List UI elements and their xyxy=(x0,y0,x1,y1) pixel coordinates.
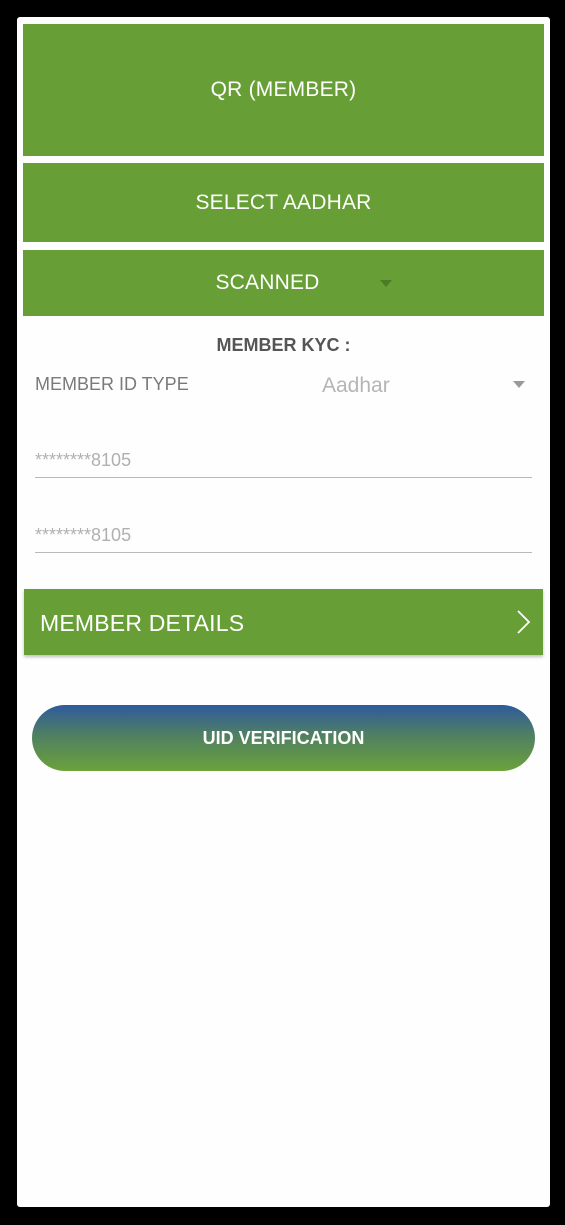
select-aadhar-button[interactable]: SELECT AADHAR xyxy=(23,163,544,242)
member-id-number-field[interactable]: ********8105 xyxy=(35,442,532,478)
dropdown-arrow-icon xyxy=(380,280,392,287)
member-id-type-label: MEMBER ID TYPE xyxy=(35,374,189,394)
member-kyc-heading: MEMBER KYC : xyxy=(216,335,351,355)
member-details-label: MEMBER DETAILS xyxy=(40,610,245,636)
scanned-dropdown[interactable]: SCANNED xyxy=(23,250,544,316)
member-id-type-row: MEMBER ID TYPE Aadhar xyxy=(35,365,532,405)
uid-verification-label: UID VERIFICATION xyxy=(202,727,365,748)
member-id-type-value: Aadhar xyxy=(322,374,390,397)
chevron-right-icon xyxy=(517,610,531,634)
app-screen: QR (MEMBER) SELECT AADHAR SCANNED MEMBER… xyxy=(17,17,550,1207)
uid-verification-button[interactable]: UID VERIFICATION xyxy=(32,705,535,771)
qr-member-label: QR (MEMBER) xyxy=(210,78,357,101)
member-id-type-dropdown[interactable]: Aadhar xyxy=(301,365,532,405)
dropdown-arrow-icon xyxy=(513,381,525,388)
select-aadhar-label: SELECT AADHAR xyxy=(195,190,372,214)
member-id-confirm-field[interactable]: ********8105 xyxy=(35,517,532,553)
qr-member-button[interactable]: QR (MEMBER) xyxy=(23,24,544,156)
member-details-button[interactable]: MEMBER DETAILS xyxy=(24,589,543,655)
scanned-value: SCANNED xyxy=(215,271,320,294)
